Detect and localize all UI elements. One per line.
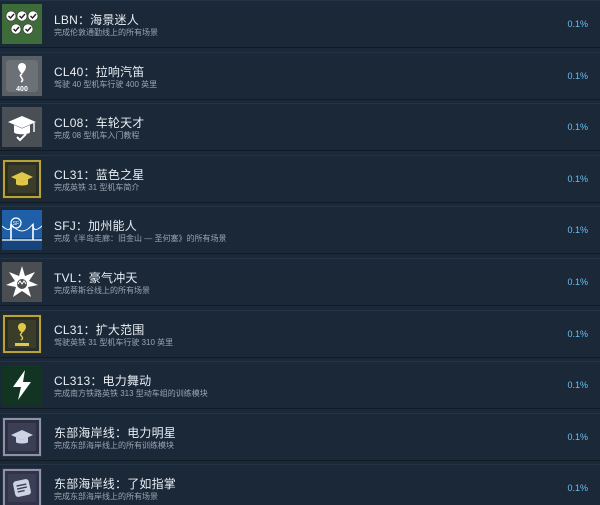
unlock-percentage: 0.1% <box>567 328 588 339</box>
achievement-row[interactable]: 东部海岸线：电力明星 完成东部海岸线上的所有训练模块 0.1% <box>0 412 600 461</box>
achievement-description: 驾驶 40 型机车行驶 400 英里 <box>54 79 158 89</box>
achievement-row[interactable]: 400 CL40：拉响汽笛 驾驶 40 型机车行驶 400 英里 0.1% <box>0 51 600 100</box>
achievement-title: CL313：电力舞动 <box>54 374 152 389</box>
achievement-description: 驾驶英铁 31 型机车行驶 310 英里 <box>54 337 174 347</box>
unlock-percentage: 0.1% <box>567 225 588 236</box>
achievement-title: CL08：车轮天才 <box>54 116 145 131</box>
bridge-icon: SF <box>2 210 42 251</box>
unlock-percentage: 0.1% <box>567 380 588 391</box>
unlock-percentage: 0.1% <box>567 173 588 184</box>
achievement-description: 完成东部海岸线上的所有训练模块 <box>54 440 174 450</box>
achievement-title: LBN：海景迷人 <box>54 13 139 27</box>
achievement-title: CL40：拉响汽笛 <box>54 64 145 79</box>
svg-text:SF: SF <box>13 221 19 227</box>
card-icon <box>2 468 42 505</box>
route-400-icon: 400 <box>2 55 42 96</box>
dark-cap-icon <box>2 416 42 457</box>
achievement-title: TVL：豪气冲天 <box>54 271 138 285</box>
achievement-description: 完成 08 型机车入门教程 <box>54 131 140 141</box>
gold-route-icon <box>2 313 42 354</box>
svg-text:400: 400 <box>16 86 28 93</box>
unlock-percentage: 0.1% <box>567 70 588 81</box>
checkmarks-icon <box>2 4 42 44</box>
achievement-title: SFJ：加州能人 <box>54 219 137 234</box>
unlock-percentage: 0.1% <box>567 19 588 29</box>
achievement-row[interactable]: CL313：电力舞动 完成南方铁路英铁 313 型动车组的训练模块 0.1% <box>0 361 600 410</box>
achievement-title: 东部海岸线：了如指掌 <box>54 477 177 492</box>
achievement-list: LBN：海景迷人 完成伦敦通勤线上的所有场景 0.1% 400 CL40：拉响汽笛 驾驶… <box>0 0 600 505</box>
achievement-title: CL31：蓝色之星 <box>54 167 145 182</box>
graduation-cap-icon <box>2 107 42 148</box>
achievement-title: 东部海岸线：电力明星 <box>54 425 177 440</box>
achievement-row[interactable]: CL31：蓝色之星 完成英铁 31 型机车简介 0.1% <box>0 154 600 203</box>
gold-cap-icon <box>2 158 42 199</box>
achievement-description: 完成东部海岸线上的所有场景 <box>54 492 158 502</box>
achievement-row[interactable]: TVL：豪气冲天 完成蒂斯谷线上的所有场景 0.1% <box>0 258 600 306</box>
unlock-percentage: 0.1% <box>567 483 588 494</box>
unlock-percentage: 0.1% <box>567 431 588 442</box>
star-burst-icon <box>2 262 42 302</box>
achievement-description: 完成南方铁路英铁 313 型动车组的训练模块 <box>54 389 208 399</box>
achievement-row[interactable]: 东部海岸线：了如指掌 完成东部海岸线上的所有场景 0.1% <box>0 464 600 505</box>
achievement-row[interactable]: CL08：车轮天才 完成 08 型机车入门教程 0.1% <box>0 103 600 152</box>
achievement-row[interactable]: LBN：海景迷人 完成伦敦通勤线上的所有场景 0.1% <box>0 0 600 48</box>
achievement-description: 完成伦敦通勤线上的所有场景 <box>54 28 158 37</box>
lightning-icon <box>2 365 42 406</box>
achievement-title: CL31：扩大范围 <box>54 322 145 337</box>
unlock-percentage: 0.1% <box>567 277 588 287</box>
unlock-percentage: 0.1% <box>567 122 588 133</box>
achievement-description: 完成英铁 31 型机车简介 <box>54 182 140 192</box>
achievement-row[interactable]: SF SFJ：加州能人 完成《半岛走廊：旧金山 — 圣何塞》的所有场景 0.1% <box>0 206 600 255</box>
achievement-description: 完成《半岛走廊：旧金山 — 圣何塞》的所有场景 <box>54 234 227 244</box>
achievement-row[interactable]: CL31：扩大范围 驾驶英铁 31 型机车行驶 310 英里 0.1% <box>0 309 600 358</box>
achievement-description: 完成蒂斯谷线上的所有场景 <box>54 286 150 295</box>
